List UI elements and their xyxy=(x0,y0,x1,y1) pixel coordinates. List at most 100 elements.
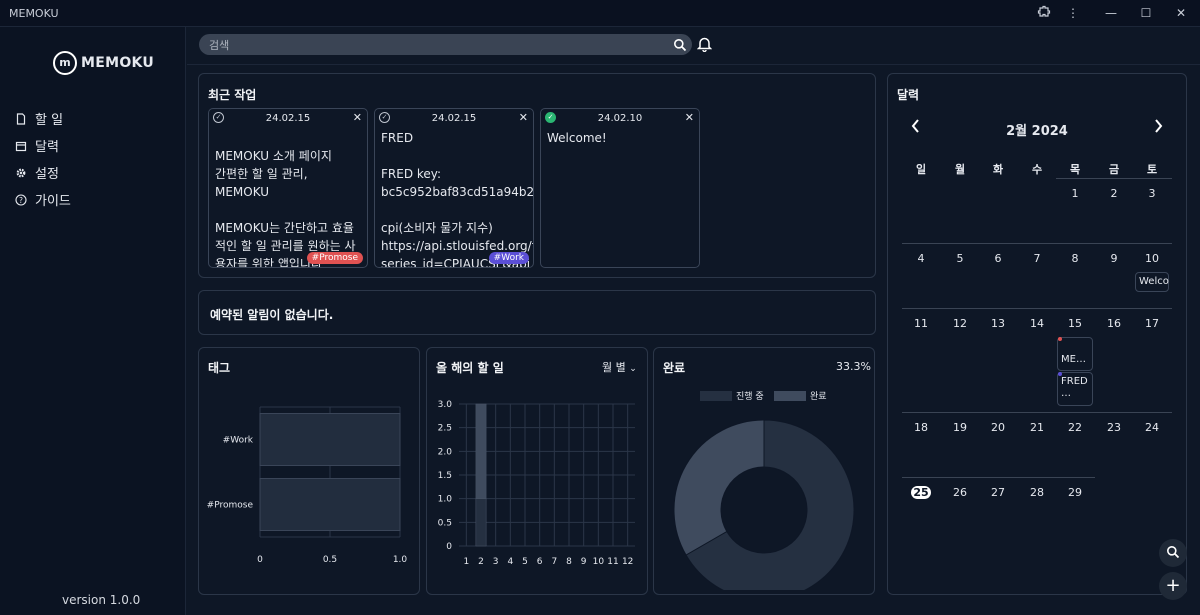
extension-icon[interactable] xyxy=(1036,5,1052,21)
legend-swatch xyxy=(700,391,732,401)
x-tick-label: 0.5 xyxy=(323,555,337,565)
search-input[interactable] xyxy=(199,35,659,56)
y-tick-label: 2.5 xyxy=(438,424,452,434)
calendar-day[interactable]: 28 xyxy=(1027,486,1047,499)
calendar-day[interactable]: 12 xyxy=(950,317,970,330)
weekday-header: 수 xyxy=(1031,163,1043,176)
calendar-day-today[interactable]: 25 xyxy=(911,486,931,499)
bell-icon[interactable] xyxy=(696,36,713,56)
x-tick-label: 6 xyxy=(537,557,543,567)
calendar-day[interactable]: 19 xyxy=(950,421,970,434)
logo[interactable]: m MEMOKU xyxy=(53,51,154,75)
calendar-day[interactable]: 26 xyxy=(950,486,970,499)
calendar-day[interactable]: 24 xyxy=(1142,421,1162,434)
calendar-day[interactable]: 20 xyxy=(988,421,1008,434)
bar xyxy=(259,413,401,466)
calendar-day[interactable]: 13 xyxy=(988,317,1008,330)
sidebar-item-todo[interactable]: 할 일 xyxy=(15,105,71,132)
calendar-day[interactable]: 16 xyxy=(1104,317,1124,330)
sidebar-nav: 할 일 달력 설정 ? 가이드 xyxy=(15,105,71,213)
search-icon xyxy=(1166,544,1180,563)
calendar-day[interactable]: 3 xyxy=(1142,187,1162,200)
calendar-day[interactable]: 14 xyxy=(1027,317,1047,330)
sidebar-item-settings[interactable]: 설정 xyxy=(15,159,71,186)
sidebar-item-calendar[interactable]: 달력 xyxy=(15,132,71,159)
calendar-day[interactable]: 21 xyxy=(1027,421,1047,434)
bar xyxy=(259,478,401,531)
sidebar-item-label: 달력 xyxy=(35,140,59,155)
event-dot xyxy=(1058,372,1062,376)
sidebar: m MEMOKU 할 일 달력 설정 ? 가이드 version 1.0.0 xyxy=(0,27,186,615)
calendar-day[interactable]: 7 xyxy=(1027,252,1047,265)
calendar-day[interactable]: 9 xyxy=(1104,252,1124,265)
close-icon[interactable]: ✕ xyxy=(685,111,694,124)
note-tag[interactable]: #Promose xyxy=(306,252,363,264)
sidebar-item-label: 설정 xyxy=(35,167,59,182)
note-body: Welcome! xyxy=(547,131,607,145)
note-date: 24.02.15 xyxy=(431,113,477,124)
x-tick-label: 12 xyxy=(622,557,633,567)
calendar-day[interactable]: 10 xyxy=(1142,252,1162,265)
x-tick-label: 8 xyxy=(566,557,572,567)
minimize-icon[interactable]: — xyxy=(1103,5,1119,21)
weekday-header: 일 xyxy=(915,163,927,176)
add-button[interactable]: + xyxy=(1159,572,1187,600)
completion-percent: 33.3% xyxy=(836,360,871,373)
logo-text: MEMOKU xyxy=(81,55,155,71)
close-icon[interactable]: ✕ xyxy=(1173,5,1189,21)
sidebar-item-label: 가이드 xyxy=(35,194,71,209)
calendar-day[interactable]: 18 xyxy=(911,421,931,434)
sidebar-item-guide[interactable]: ? 가이드 xyxy=(15,186,71,213)
calendar-day[interactable]: 8 xyxy=(1065,252,1085,265)
next-month-icon[interactable] xyxy=(1152,118,1164,138)
version-label: version 1.0.0 xyxy=(62,593,141,607)
prev-month-icon[interactable] xyxy=(910,118,922,138)
calendar-day[interactable]: 5 xyxy=(950,252,970,265)
week-divider xyxy=(1056,178,1172,179)
completion-donut-chart: 진행 중 완료 xyxy=(673,390,855,590)
note-body: MEMOKU 소개 페이지 간편한 할 일 관리, MEMOKU MEMOKU는… xyxy=(215,149,356,268)
completion-chart-title: 완료 xyxy=(663,361,686,375)
note-card[interactable]: ✓ 24.02.10 ✕ Welcome! xyxy=(540,108,700,268)
more-menu-icon[interactable]: ⋮ xyxy=(1065,5,1081,21)
calendar-day[interactable]: 11 xyxy=(911,317,931,330)
weekday-header: 화 xyxy=(992,163,1004,176)
calendar-title: 달력 xyxy=(897,88,920,102)
close-icon[interactable]: ✕ xyxy=(519,111,528,124)
calendar-day[interactable]: 15 xyxy=(1065,317,1085,330)
calendar-day[interactable]: 27 xyxy=(988,486,1008,499)
calendar-day[interactable]: 23 xyxy=(1104,421,1124,434)
calendar-event[interactable]: Welco xyxy=(1135,272,1169,292)
calendar-day[interactable]: 29 xyxy=(1065,486,1085,499)
event-dot xyxy=(1058,337,1062,341)
calendar-day[interactable]: 6 xyxy=(988,252,1008,265)
calendar-day[interactable]: 17 xyxy=(1142,317,1162,330)
y-tick-label: 2.0 xyxy=(438,447,453,457)
calendar-day[interactable]: 2 xyxy=(1104,187,1124,200)
search-fab[interactable] xyxy=(1159,539,1187,567)
sidebar-item-label: 할 일 xyxy=(35,113,64,128)
calendar-event[interactable]: ME… xyxy=(1057,337,1093,371)
close-icon[interactable]: ✕ xyxy=(353,111,362,124)
calendar-day[interactable]: 22 xyxy=(1065,421,1085,434)
week-divider xyxy=(902,243,1172,244)
search-icon[interactable] xyxy=(673,37,687,56)
week-divider xyxy=(902,477,1095,478)
note-card[interactable]: ✓ 24.02.15 ✕ FRED FRED key: bc5c952baf83… xyxy=(374,108,534,268)
calendar-icon xyxy=(15,141,27,151)
calendar-event[interactable]: FRED … xyxy=(1057,372,1093,406)
x-tick-label: 2 xyxy=(478,557,484,567)
y-tick-label: #Promose xyxy=(207,501,254,511)
calendar-day[interactable]: 1 xyxy=(1065,187,1085,200)
note-card[interactable]: ✓ 24.02.15 ✕ MEMOKU 소개 페이지 간편한 할 일 관리, M… xyxy=(208,108,368,268)
weekday-header: 금 xyxy=(1108,163,1120,176)
note-tag[interactable]: #Work xyxy=(488,252,529,264)
maximize-icon[interactable]: ☐ xyxy=(1138,5,1154,21)
tag-chart-title: 태그 xyxy=(208,361,231,375)
x-tick-label: 7 xyxy=(551,557,557,567)
period-select[interactable]: 월 별 ⌄ xyxy=(602,359,637,375)
x-tick-label: 10 xyxy=(593,557,605,567)
calendar-day[interactable]: 4 xyxy=(911,252,931,265)
bar xyxy=(475,498,487,547)
x-tick-label: 11 xyxy=(607,557,618,567)
